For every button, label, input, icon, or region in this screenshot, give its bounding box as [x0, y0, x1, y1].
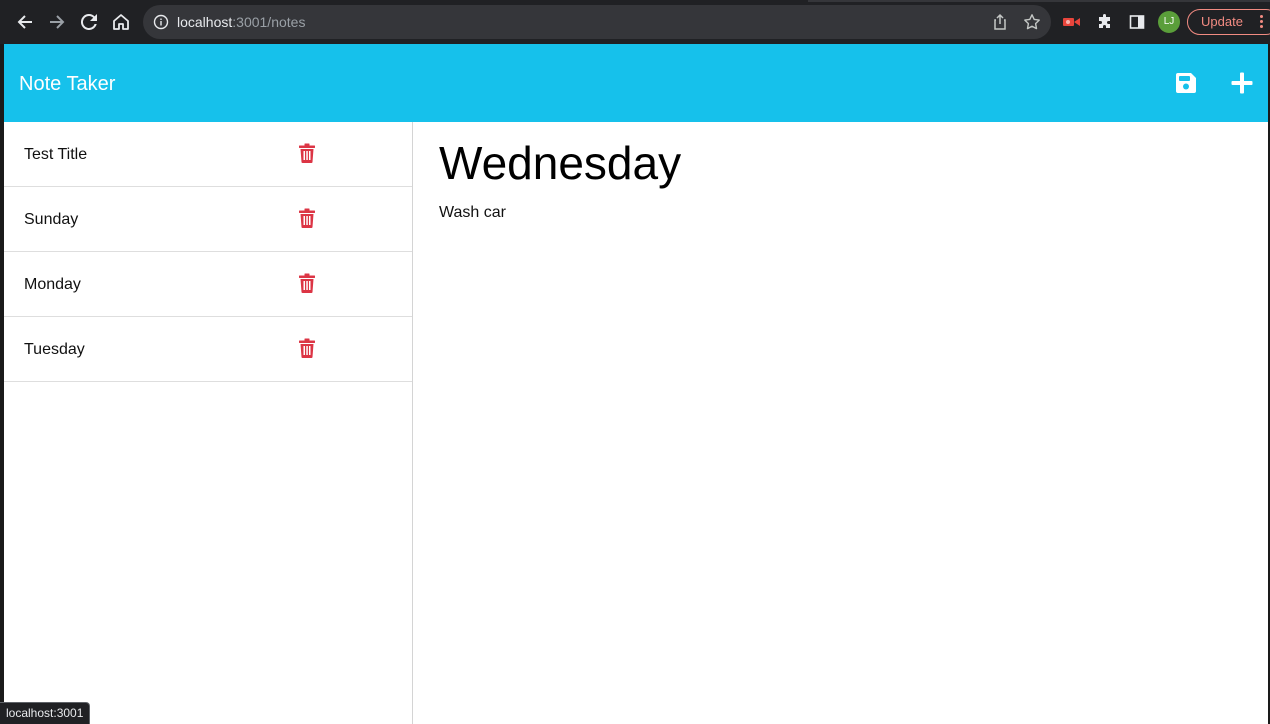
note-title-field[interactable]: Wednesday	[439, 136, 681, 190]
side-panel-icon	[1129, 15, 1145, 29]
app-brand[interactable]: Note Taker	[19, 72, 115, 96]
update-label: Update	[1201, 14, 1243, 29]
menu-dots-icon[interactable]	[1260, 15, 1264, 29]
profile-avatar[interactable]: LJ	[1158, 11, 1180, 33]
url-path: :3001/notes	[232, 14, 306, 30]
app-navbar: Note Taker	[4, 44, 1268, 122]
home-button[interactable]	[107, 8, 135, 36]
info-icon[interactable]	[153, 14, 169, 30]
address-bar[interactable]: localhost:3001/notes	[143, 5, 1051, 39]
note-editor: Wednesday Wash car	[414, 122, 1268, 724]
back-icon	[17, 15, 32, 29]
back-button[interactable]	[11, 8, 39, 36]
home-icon	[113, 14, 129, 30]
extensions-button[interactable]	[1095, 12, 1115, 32]
trash-icon[interactable]	[299, 208, 315, 228]
extensions-puzzle-icon	[1099, 14, 1110, 28]
browser-toolbar: localhost:3001/notes LJ Update	[0, 0, 1270, 44]
list-item[interactable]: Test Title	[4, 122, 412, 187]
url-host: localhost	[177, 14, 233, 30]
link-status-bubble: localhost:3001	[0, 702, 91, 724]
url-text[interactable]: localhost:3001/notes	[177, 14, 305, 30]
note-list-title: Monday	[24, 276, 81, 293]
trash-icon[interactable]	[299, 143, 315, 163]
trash-icon[interactable]	[299, 338, 315, 358]
update-button[interactable]: Update	[1187, 9, 1270, 35]
save-note-icon[interactable]	[1174, 71, 1198, 95]
list-item[interactable]: Tuesday	[4, 317, 412, 382]
star-icon[interactable]	[1023, 13, 1041, 31]
note-text-field[interactable]: Wash car	[439, 203, 506, 222]
forward-icon	[50, 15, 65, 29]
reload-icon	[81, 14, 97, 30]
note-list: Test Title Sunday Monday Tuesday	[4, 122, 413, 724]
side-panel-button[interactable]	[1127, 12, 1147, 32]
tab-strip-edge	[808, 0, 1270, 2]
trash-icon[interactable]	[299, 273, 315, 293]
recorder-extension-button[interactable]	[1062, 12, 1082, 32]
list-item[interactable]: Monday	[4, 252, 412, 317]
list-item[interactable]: Sunday	[4, 187, 412, 252]
note-list-title: Test Title	[24, 146, 88, 163]
share-icon[interactable]	[991, 13, 1009, 31]
note-list-title: Tuesday	[24, 341, 85, 358]
note-list-title: Sunday	[24, 211, 79, 228]
new-note-icon[interactable]	[1230, 71, 1254, 95]
reload-button[interactable]	[75, 8, 103, 36]
note-taker-app: Note Taker Test Title Sunday Monday Tues…	[4, 44, 1268, 724]
forward-button[interactable]	[43, 8, 71, 36]
recorder-extension-icon	[1063, 18, 1080, 26]
